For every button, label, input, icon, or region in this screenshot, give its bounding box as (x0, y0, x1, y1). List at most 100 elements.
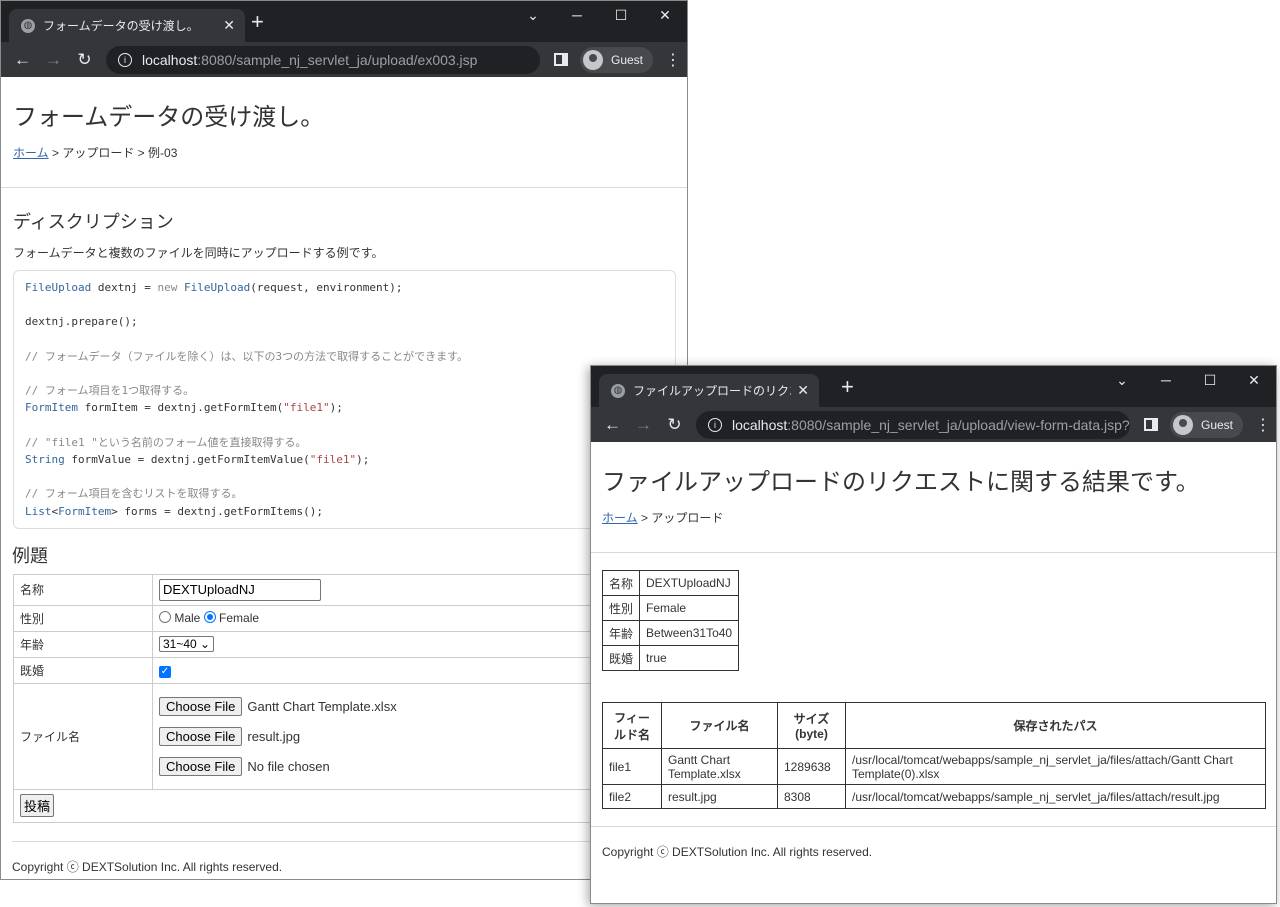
footer-divider (12, 840, 687, 842)
col-header-field: フィールド名 (602, 702, 662, 749)
field-value: Between31To40 (639, 620, 740, 646)
code-token: dextnj = (91, 281, 158, 294)
field-value: DEXTUploadNJ (639, 570, 740, 596)
form-row-married: 既婚 ✓ (13, 656, 687, 684)
browser-tab[interactable]: ◍ ファイルアップロードのリクエストに関する ✕ (599, 374, 819, 407)
breadcrumb: ホーム > アップロード > 例-03 (1, 144, 687, 161)
form-value-row: 既婚 true (601, 645, 740, 671)
browser-tab[interactable]: ◍ フォームデータの受け渡し。 ✕ (9, 9, 245, 42)
upload-form: 名称 DEXTUploadNJ 性別 Male Female 年齢 31~40 … (13, 573, 687, 823)
kebab-menu-icon[interactable]: ⋮ (665, 50, 681, 70)
breadcrumb-home-link[interactable]: ホーム (602, 511, 638, 525)
code-token: String (25, 453, 65, 467)
footer-divider (591, 826, 1276, 827)
age-label: 年齢 (13, 630, 153, 658)
col-header-filename: ファイル名 (661, 702, 778, 749)
tab-search-icon[interactable]: ⌄ (1100, 372, 1144, 389)
form-row-submit: 投稿 (13, 788, 687, 823)
field-label: 年齢 (601, 620, 641, 646)
code-token: FormItem (25, 401, 78, 415)
code-token: formItem = dextnj.getFormItem( (77, 401, 284, 415)
gender-male-radio[interactable] (159, 611, 171, 624)
avatar-icon (583, 49, 603, 70)
forward-icon[interactable]: → (38, 50, 69, 70)
married-checkbox[interactable]: ✓ (159, 665, 171, 678)
url-path: :8080/sample_nj_servlet_ja/upload/ex003.… (197, 51, 478, 68)
browser-toolbar: ← → ↻ i localhost:8080/sample_nj_servlet… (591, 407, 1276, 442)
browser-window-result: ◍ ファイルアップロードのリクエストに関する ✕ + ⌄ ─ ☐ ✕ ← → ↻… (590, 365, 1277, 904)
field-value: Female (639, 595, 740, 621)
files-table: フィールド名 ファイル名 サイズ (byte) 保存されたパス file1 Gan… (602, 702, 1266, 809)
breadcrumb-home-link[interactable]: ホーム (13, 146, 49, 160)
address-bar[interactable]: i localhost:8080/sample_nj_servlet_ja/up… (106, 45, 540, 74)
code-sample: FileUpload dextnj = new FileUpload(reque… (13, 270, 676, 529)
back-icon[interactable]: ← (7, 50, 38, 70)
close-window-icon[interactable]: ✕ (643, 7, 687, 24)
col-header-path: 保存されたパス (845, 702, 1266, 749)
code-token: formValue = dextnj.getFormItemValue( (64, 453, 310, 467)
married-label: 既婚 (13, 656, 153, 684)
maximize-icon[interactable]: ☐ (599, 7, 643, 24)
close-tab-icon[interactable]: ✕ (223, 17, 235, 34)
submit-button[interactable]: 投稿 (20, 794, 55, 818)
close-window-icon[interactable]: ✕ (1232, 372, 1276, 389)
back-icon[interactable]: ← (597, 415, 628, 435)
example-heading: 例題 (12, 545, 48, 566)
reload-icon[interactable]: ↻ (659, 415, 690, 435)
globe-icon: ◍ (21, 18, 35, 33)
form-value-row: 性別 Female (601, 595, 740, 621)
age-select[interactable]: 31~40 ⌄ (159, 636, 215, 653)
profile-button[interactable]: Guest (1170, 411, 1244, 438)
maximize-icon[interactable]: ☐ (1188, 372, 1232, 389)
choose-file-button[interactable]: Choose File (159, 726, 243, 746)
side-panel-icon[interactable] (554, 53, 568, 66)
breadcrumb-separator: > (134, 146, 149, 160)
breadcrumb: ホーム > アップロード (591, 509, 1276, 526)
reload-icon[interactable]: ↻ (69, 50, 100, 70)
code-token: > forms = dextnj.getFormItems(); (111, 504, 324, 518)
gender-male-label: Male (174, 611, 201, 626)
breadcrumb-section: アップロード (651, 511, 724, 525)
code-string: "file1" (283, 401, 330, 415)
tab-title: ファイルアップロードのリクエストに関する (633, 384, 791, 398)
code-token: ); (356, 453, 370, 467)
code-token: FileUpload (25, 281, 92, 294)
close-tab-icon[interactable]: ✕ (797, 382, 809, 399)
code-string: "file1" (309, 453, 357, 467)
choose-file-button[interactable]: Choose File (159, 696, 243, 716)
kebab-menu-icon[interactable]: ⋮ (1255, 415, 1271, 435)
copyright: Copyright ⓒ DEXTSolution Inc. All rights… (12, 859, 283, 874)
page-content: ファイルアップロードのリクエストに関する結果です。 ホーム > アップロード 名… (591, 442, 1276, 903)
field-label: 性別 (601, 595, 641, 621)
new-tab-icon[interactable]: + (251, 11, 264, 33)
new-tab-icon[interactable]: + (841, 376, 854, 398)
minimize-icon[interactable]: ─ (555, 7, 599, 24)
profile-button[interactable]: Guest (580, 46, 654, 73)
gender-female-radio[interactable] (203, 611, 216, 624)
cell-size: 8308 (777, 784, 846, 809)
browser-window-form: ◍ フォームデータの受け渡し。 ✕ + ⌄ ─ ☐ ✕ ← → ↻ i loca… (0, 0, 688, 880)
file-name: No file chosen (247, 758, 330, 774)
profile-name: Guest (1201, 417, 1234, 432)
minimize-icon[interactable]: ─ (1144, 372, 1188, 389)
address-bar[interactable]: i localhost:8080/sample_nj_servlet_ja/up… (696, 410, 1130, 439)
field-value: true (639, 645, 740, 671)
code-token: new (157, 281, 178, 294)
side-panel-icon[interactable] (1144, 418, 1158, 431)
choose-file-button[interactable]: Choose File (159, 756, 243, 776)
info-icon[interactable]: i (118, 52, 132, 67)
name-input[interactable]: DEXTUploadNJ (159, 578, 321, 601)
info-icon[interactable]: i (708, 417, 722, 432)
file-label: ファイル名 (13, 682, 153, 790)
form-row-age: 年齢 31~40 ⌄ (13, 630, 687, 658)
breadcrumb-current: 例-03 (148, 146, 178, 160)
copyright: Copyright ⓒ DEXTSolution Inc. All rights… (602, 845, 873, 859)
cell-path: /usr/local/tomcat/webapps/sample_nj_serv… (845, 784, 1266, 809)
cell-filename: Gantt Chart Template.xlsx (661, 748, 778, 785)
code-comment: // フォームデータ（ファイルを除く）は、以下の3つの方法で取得することができま… (25, 349, 469, 363)
divider (1, 187, 687, 188)
forward-icon[interactable]: → (628, 415, 659, 435)
field-label: 既婚 (601, 645, 641, 671)
code-token: List (25, 504, 52, 518)
tab-search-icon[interactable]: ⌄ (511, 7, 555, 24)
